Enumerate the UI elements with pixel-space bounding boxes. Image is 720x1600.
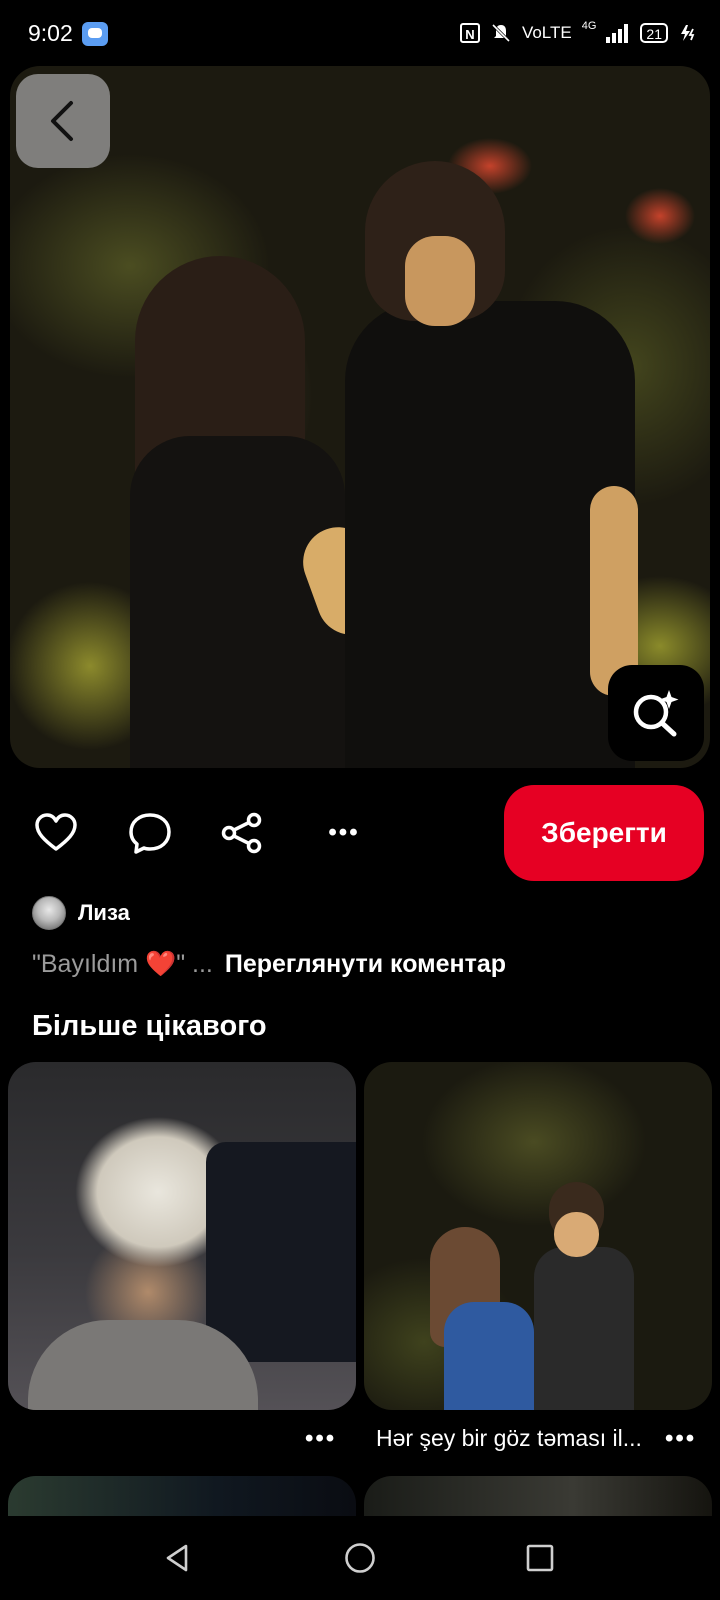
like-button[interactable] (26, 803, 86, 863)
pin-caption[interactable]: Hər şey bir göz təması il... (376, 1425, 648, 1452)
comment-preview: "Bayıldım ❤️" ... Переглянути коментар (32, 950, 506, 979)
signal-icon (606, 24, 629, 43)
network-label: VoLTE (521, 23, 572, 42)
pin-more-button[interactable]: ••• (305, 1425, 336, 1453)
nav-home-button[interactable] (336, 1534, 384, 1582)
more-dots-icon: ••• (305, 1425, 337, 1452)
photo-person-shirt (28, 1320, 258, 1410)
status-icons: N VoLTE 4G 21 (459, 20, 696, 44)
sparkle-search-icon (633, 690, 679, 737)
back-triangle-icon (166, 1544, 188, 1572)
status-bar: 9:02 N VoLTE 4G 21 (0, 0, 720, 66)
author-name: Лиза (78, 900, 130, 925)
related-pin[interactable] (364, 1062, 712, 1410)
related-pin[interactable] (8, 1476, 356, 1516)
nav-back-button[interactable] (154, 1534, 202, 1582)
messages-icon (82, 22, 108, 46)
pin-more-button[interactable]: ••• (665, 1425, 696, 1453)
pin-image[interactable] (10, 66, 710, 768)
home-circle-icon (345, 1543, 375, 1573)
photo-person-body (130, 436, 345, 768)
charging-icon (681, 25, 695, 41)
battery-icon: 21 (640, 23, 668, 43)
visual-search-button[interactable] (608, 665, 704, 761)
more-options-button[interactable]: ••• (314, 803, 374, 863)
photo-person-body (534, 1247, 634, 1410)
recents-square-icon (526, 1544, 554, 1572)
comment-button[interactable] (120, 803, 180, 863)
save-button[interactable]: Зберегти (504, 785, 704, 881)
section-title: Більше цікавого (32, 1010, 267, 1042)
share-button[interactable] (212, 803, 272, 863)
related-pin[interactable] (364, 1476, 712, 1516)
system-nav-bar (0, 1516, 720, 1600)
nav-recents-button[interactable] (516, 1534, 564, 1582)
comment-bubble-icon (129, 813, 171, 854)
back-button[interactable] (16, 74, 110, 168)
avatar (32, 896, 66, 930)
photo-person-face (554, 1212, 599, 1257)
heart-icon (35, 813, 77, 851)
view-comment-link[interactable]: Переглянути коментар (225, 950, 506, 979)
action-bar: ••• Зберегти (0, 785, 720, 881)
mute-icon (491, 23, 511, 43)
share-icon (221, 812, 262, 854)
photo-person-shirt (444, 1302, 534, 1410)
more-dots-icon: ••• (328, 819, 360, 846)
related-pin[interactable] (8, 1062, 356, 1410)
nfc-icon: N (459, 23, 480, 43)
more-dots-icon: ••• (665, 1425, 697, 1452)
network-type: 4G (581, 20, 597, 32)
chevron-left-icon (51, 101, 73, 141)
status-time: 9:02 (28, 20, 73, 46)
comment-text: "Bayıldım ❤️" ... (32, 950, 213, 978)
photo-car-window (206, 1142, 356, 1362)
photo-person-face (405, 236, 475, 326)
pin-author[interactable]: Лиза (32, 896, 130, 930)
